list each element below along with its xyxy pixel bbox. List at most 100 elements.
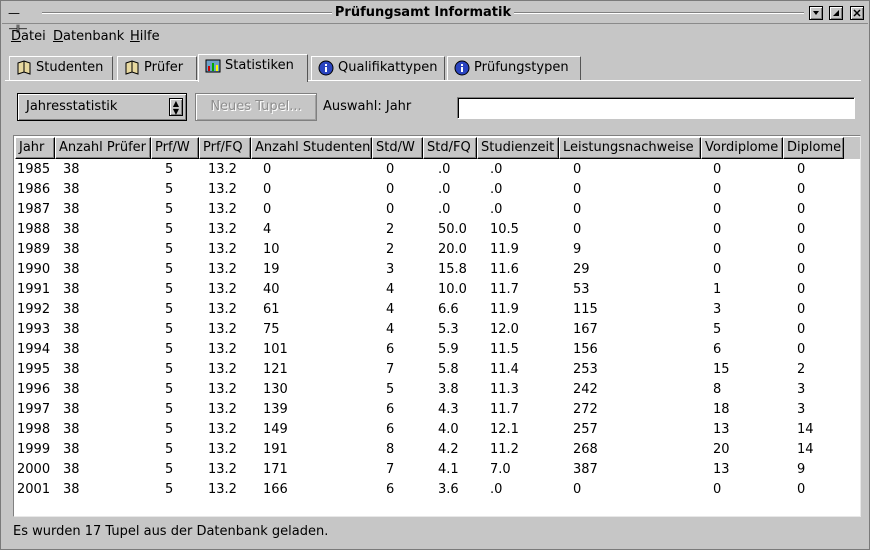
table-cell: 38 [63,162,80,177]
table-cell: 171 [263,462,288,477]
table-cell: 0 [573,482,582,497]
column-header[interactable]: Diplome [783,137,844,159]
column-header[interactable]: Anzahl Studenten [251,137,372,159]
table-cell: 5 [713,322,722,337]
table-cell: 4.2 [438,442,459,457]
table-header: Jahr Anzahl Prüfer Prf/W Prf/FQ Anzahl Stude… [15,137,860,159]
table-cell: 1995 [17,362,51,377]
table-row[interactable]: 1998 38 5 13.2 149 6 4.0 12.1 257 13 14 [15,420,860,440]
table-cell: 13.2 [208,162,237,177]
table-row[interactable]: 1986 38 5 13.2 0 0 .0 .0 0 0 0 [15,180,860,200]
table-cell: 8 [386,442,395,457]
table-cell: 5 [386,382,395,397]
maximize-button[interactable] [829,6,843,20]
table-cell: 5 [165,342,174,357]
table-row[interactable]: 1990 38 5 13.2 19 3 15.8 11.6 29 0 0 [15,260,860,280]
table-cell: 38 [63,382,80,397]
table-cell: 13.2 [208,482,237,497]
table-cell: 5 [165,362,174,377]
table-row[interactable]: 2001 38 5 13.2 166 6 3.6 .0 0 0 0 [15,480,860,500]
close-button[interactable] [850,6,864,20]
table-cell: 6.6 [438,302,459,317]
column-header[interactable]: Std/W [372,137,423,159]
table-cell: 5 [165,242,174,257]
table-cell: 18 [713,402,730,417]
tab-qualifikattypen[interactable]: Qualifikattypen [311,56,445,81]
table-cell: 13.2 [208,202,237,217]
window-menu-icon[interactable]: — ⊣⊢ [8,5,40,36]
table-cell: 0 [713,202,722,217]
table-row[interactable]: 1992 38 5 13.2 61 4 6.6 11.9 115 3 0 [15,300,860,320]
table-row[interactable]: 1997 38 5 13.2 139 6 4.3 11.7 272 18 3 [15,400,860,420]
table-cell: 38 [63,202,80,217]
column-header[interactable]: Jahr [15,137,55,159]
minimize-button[interactable] [809,6,823,20]
table-cell: 1992 [17,302,51,317]
selection-input[interactable] [457,97,855,119]
table-cell: 15 [713,362,730,377]
table-cell: 2001 [17,482,51,497]
column-header[interactable]: Std/FQ [423,137,477,159]
table-cell: 5 [165,282,174,297]
table-cell: 11.7 [490,282,519,297]
table-cell: 10 [263,242,280,257]
table-cell: 38 [63,362,80,377]
table-cell: 5 [165,462,174,477]
table-cell: 9 [797,462,806,477]
new-tuple-button[interactable]: Neues Tupel... [195,93,317,121]
tab-pruefungstypen[interactable]: Prüfungstypen [447,56,581,81]
table-cell: 149 [263,422,288,437]
close-icon [853,9,861,17]
table-cell: 242 [573,382,598,397]
table-row[interactable]: 1994 38 5 13.2 101 6 5.9 11.5 156 6 0 [15,340,860,360]
table-cell: 3.8 [438,382,459,397]
table-row[interactable]: 1995 38 5 13.2 121 7 5.8 11.4 253 15 2 [15,360,860,380]
table-cell: 13.2 [208,322,237,337]
title-bar-groove-left [42,12,332,14]
table-cell: 0 [573,202,582,217]
column-header[interactable]: Prf/W [151,137,199,159]
table-cell: 0 [573,222,582,237]
table-cell: 6 [386,402,395,417]
column-header[interactable]: Anzahl Prüfer [55,137,151,159]
table-row[interactable]: 1987 38 5 13.2 0 0 .0 .0 0 0 0 [15,200,860,220]
table-row[interactable]: 1993 38 5 13.2 75 4 5.3 12.0 167 5 0 [15,320,860,340]
table-row[interactable]: 1989 38 5 13.2 10 2 20.0 11.9 9 0 0 [15,240,860,260]
window-title: Prüfungsamt Informatik [334,5,512,20]
info-icon [318,60,334,76]
statistics-type-select[interactable]: Jahresstatistik ▲ ▼ [17,93,187,121]
table-cell: 1997 [17,402,51,417]
tab-studenten[interactable]: Studenten [9,56,113,81]
title-bar[interactable]: — ⊣⊢ Prüfungsamt Informatik [2,2,868,36]
select-value: Jahresstatistik [26,99,118,114]
table-row[interactable]: 1996 38 5 13.2 130 5 3.8 11.3 242 8 3 [15,380,860,400]
table-cell: 1986 [17,182,51,197]
table-row[interactable]: 1985 38 5 13.2 0 0 .0 .0 0 0 0 [15,160,860,180]
column-header[interactable]: Prf/FQ [199,137,251,159]
table-row[interactable]: 1988 38 5 13.2 4 2 50.0 10.5 0 0 0 [15,220,860,240]
menu-datenbank[interactable]: Datenbank [53,29,124,45]
table-cell: 1991 [17,282,51,297]
table-cell: 13.2 [208,422,237,437]
table-cell: 5 [165,202,174,217]
column-header[interactable]: Studienzeit [477,137,559,159]
table-row[interactable]: 1999 38 5 13.2 191 8 4.2 11.2 268 20 14 [15,440,860,460]
table-cell: 0 [797,322,806,337]
table-row[interactable]: 1991 38 5 13.2 40 4 10.0 11.7 53 1 0 [15,280,860,300]
table-cell: 11.6 [490,262,519,277]
table-cell: 11.4 [490,362,519,377]
table-cell: 101 [263,342,288,357]
menu-datei[interactable]: Datei [11,29,46,45]
column-header[interactable]: Leistungsnachweise [559,137,701,159]
table-cell: 5 [165,222,174,237]
menu-hilfe[interactable]: Hilfe [130,29,160,45]
table-row[interactable]: 2000 38 5 13.2 171 7 4.1 7.0 387 13 9 [15,460,860,480]
table-cell: 11.9 [490,242,519,257]
column-header[interactable]: Vordiplome [701,137,783,159]
table-cell: 4 [386,302,395,317]
table-cell: 13.2 [208,242,237,257]
tab-statistiken[interactable]: Statistiken [198,54,308,82]
tab-pruefer[interactable]: Prüfer [117,56,197,81]
selection-label: Auswahl: Jahr [323,99,412,114]
table-cell: 1998 [17,422,51,437]
